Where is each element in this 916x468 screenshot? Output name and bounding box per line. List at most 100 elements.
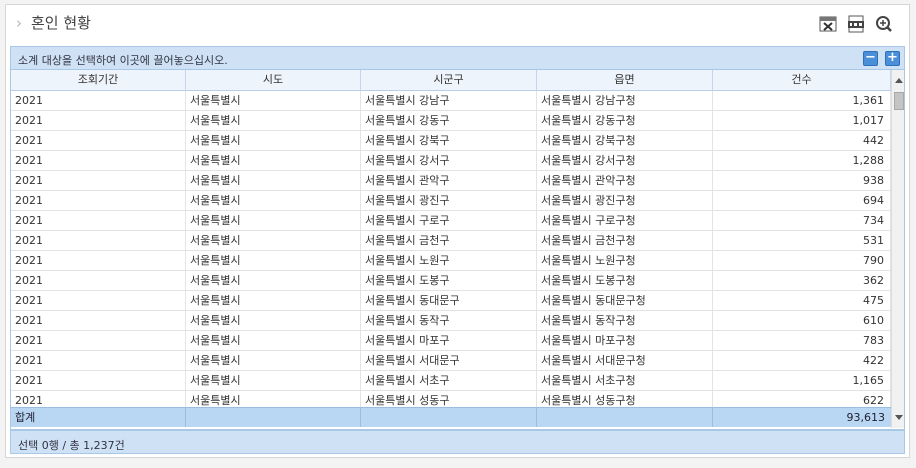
cell-sigungu: 서울특별시 서대문구 <box>361 351 537 371</box>
cell-period: 2021 <box>11 151 186 171</box>
cell-eupmyeon: 서울특별시 성동구청 <box>537 391 713 407</box>
column-header-period[interactable]: 조회기간 <box>11 70 186 91</box>
summary-row: 합계 93,613 <box>11 407 891 427</box>
cell-sigungu: 서울특별시 광진구 <box>361 191 537 211</box>
cell-count: 1,165 <box>713 371 891 391</box>
cell-period: 2021 <box>11 231 186 251</box>
cell-sido: 서울특별시 <box>186 231 361 251</box>
cell-sido: 서울특별시 <box>186 391 361 407</box>
summary-label: 합계 <box>11 408 186 427</box>
cell-count: 610 <box>713 311 891 331</box>
cell-eupmyeon: 서울특별시 구로구청 <box>537 211 713 231</box>
cell-period: 2021 <box>11 351 186 371</box>
cell-eupmyeon: 서울특별시 서초구청 <box>537 371 713 391</box>
data-grid: 조회기간 시도 시군구 읍면 건수 2021 서울특별시 서울특별시 강남구 서울특별… <box>10 70 905 430</box>
column-header-eupmyeon[interactable]: 읍면 <box>537 70 713 91</box>
table-row[interactable]: 2021 서울특별시 서울특별시 강동구 서울특별시 강동구청 1,017 <box>11 111 891 131</box>
cell-sigungu: 서울특별시 구로구 <box>361 211 537 231</box>
summary-cell <box>186 408 361 427</box>
selection-status: 선택 0행 / 총 1,237건 <box>18 439 125 452</box>
cell-period: 2021 <box>11 391 186 407</box>
cell-sido: 서울특별시 <box>186 291 361 311</box>
cell-count: 362 <box>713 271 891 291</box>
table-row[interactable]: 2021 서울특별시 서울특별시 서대문구 서울특별시 서대문구청 422 <box>11 351 891 371</box>
table-row[interactable]: 2021 서울특별시 서울특별시 강남구 서울특별시 강남구청 1,361 <box>11 91 891 111</box>
cell-sido: 서울특별시 <box>186 171 361 191</box>
table-row[interactable]: 2021 서울특별시 서울특별시 마포구 서울특별시 마포구청 783 <box>11 331 891 351</box>
excel-export-button[interactable] <box>819 15 837 33</box>
expand-all-button[interactable]: + <box>885 51 900 66</box>
pdf-export-icon <box>848 15 864 33</box>
cell-eupmyeon: 서울특별시 서대문구청 <box>537 351 713 371</box>
cell-sigungu: 서울특별시 강남구 <box>361 91 537 111</box>
table-row[interactable]: 2021 서울특별시 서울특별시 노원구 서울특별시 노원구청 790 <box>11 251 891 271</box>
table-row[interactable]: 2021 서울특별시 서울특별시 강서구 서울특별시 강서구청 1,288 <box>11 151 891 171</box>
cell-sigungu: 서울특별시 도봉구 <box>361 271 537 291</box>
cell-sido: 서울특별시 <box>186 111 361 131</box>
cell-period: 2021 <box>11 311 186 331</box>
vertical-scrollbar[interactable] <box>891 70 904 428</box>
cell-period: 2021 <box>11 171 186 191</box>
page-title: 혼인 현황 <box>31 14 91 32</box>
cell-sido: 서울특별시 <box>186 271 361 291</box>
cell-count: 1,288 <box>713 151 891 171</box>
cell-period: 2021 <box>11 291 186 311</box>
table-row[interactable]: 2021 서울특별시 서울특별시 관악구 서울특별시 관악구청 938 <box>11 171 891 191</box>
cell-sido: 서울특별시 <box>186 331 361 351</box>
cell-sigungu: 서울특별시 강북구 <box>361 131 537 151</box>
cell-sido: 서울특별시 <box>186 131 361 151</box>
collapse-all-button[interactable]: − <box>863 51 878 66</box>
cell-sido: 서울특별시 <box>186 151 361 171</box>
table-row[interactable]: 2021 서울특별시 서울특별시 도봉구 서울특별시 도봉구청 362 <box>11 271 891 291</box>
cell-count: 1,361 <box>713 91 891 111</box>
cell-eupmyeon: 서울특별시 강남구청 <box>537 91 713 111</box>
cell-eupmyeon: 서울특별시 금천구청 <box>537 231 713 251</box>
column-header-sigungu[interactable]: 시군구 <box>361 70 537 91</box>
column-header-count[interactable]: 건수 <box>713 70 891 91</box>
cell-sido: 서울특별시 <box>186 351 361 371</box>
cell-sigungu: 서울특별시 서초구 <box>361 371 537 391</box>
table-row[interactable]: 2021 서울특별시 서울특별시 광진구 서울특별시 광진구청 694 <box>11 191 891 211</box>
group-drop-hint: 소계 대상을 선택하여 이곳에 끌어놓으십시오. <box>18 54 228 67</box>
cell-sigungu: 서울특별시 동대문구 <box>361 291 537 311</box>
cell-eupmyeon: 서울특별시 도봉구청 <box>537 271 713 291</box>
grid-body: 2021 서울특별시 서울특별시 강남구 서울특별시 강남구청 1,361 2021 서울특… <box>11 91 891 407</box>
cell-count: 531 <box>713 231 891 251</box>
excel-export-icon <box>819 16 837 32</box>
table-row[interactable]: 2021 서울특별시 서울특별시 구로구 서울특별시 구로구청 734 <box>11 211 891 231</box>
cell-sigungu: 서울특별시 금천구 <box>361 231 537 251</box>
cell-period: 2021 <box>11 331 186 351</box>
cell-sido: 서울특별시 <box>186 91 361 111</box>
cell-sido: 서울특별시 <box>186 371 361 391</box>
table-row[interactable]: 2021 서울특별시 서울특별시 성동구 서울특별시 성동구청 622 <box>11 391 891 407</box>
zoom-icon <box>876 16 892 32</box>
pdf-export-button[interactable] <box>847 15 865 33</box>
cell-period: 2021 <box>11 191 186 211</box>
cell-eupmyeon: 서울특별시 강동구청 <box>537 111 713 131</box>
cell-sido: 서울특별시 <box>186 211 361 231</box>
table-row[interactable]: 2021 서울특별시 서울특별시 서초구 서울특별시 서초구청 1,165 <box>11 371 891 391</box>
scroll-up-icon[interactable] <box>895 78 903 83</box>
scroll-thumb[interactable] <box>894 92 904 110</box>
column-header-sido[interactable]: 시도 <box>186 70 361 91</box>
zoom-button[interactable] <box>875 15 893 33</box>
cell-count: 422 <box>713 351 891 371</box>
group-drop-zone[interactable]: 소계 대상을 선택하여 이곳에 끌어놓으십시오. − + <box>10 46 905 70</box>
table-row[interactable]: 2021 서울특별시 서울특별시 동작구 서울특별시 동작구청 610 <box>11 311 891 331</box>
cell-period: 2021 <box>11 251 186 271</box>
cell-eupmyeon: 서울특별시 동작구청 <box>537 311 713 331</box>
scroll-down-icon[interactable] <box>895 415 903 420</box>
cell-count: 938 <box>713 171 891 191</box>
cell-sigungu: 서울특별시 성동구 <box>361 391 537 407</box>
cell-count: 694 <box>713 191 891 211</box>
table-row[interactable]: 2021 서울특별시 서울특별시 동대문구 서울특별시 동대문구청 475 <box>11 291 891 311</box>
table-row[interactable]: 2021 서울특별시 서울특별시 금천구 서울특별시 금천구청 531 <box>11 231 891 251</box>
cell-period: 2021 <box>11 91 186 111</box>
cell-count: 442 <box>713 131 891 151</box>
title-bar: › 혼인 현황 <box>6 5 909 43</box>
cell-eupmyeon: 서울특별시 동대문구청 <box>537 291 713 311</box>
cell-eupmyeon: 서울특별시 강서구청 <box>537 151 713 171</box>
cell-eupmyeon: 서울특별시 마포구청 <box>537 331 713 351</box>
cell-period: 2021 <box>11 131 186 151</box>
table-row[interactable]: 2021 서울특별시 서울특별시 강북구 서울특별시 강북구청 442 <box>11 131 891 151</box>
